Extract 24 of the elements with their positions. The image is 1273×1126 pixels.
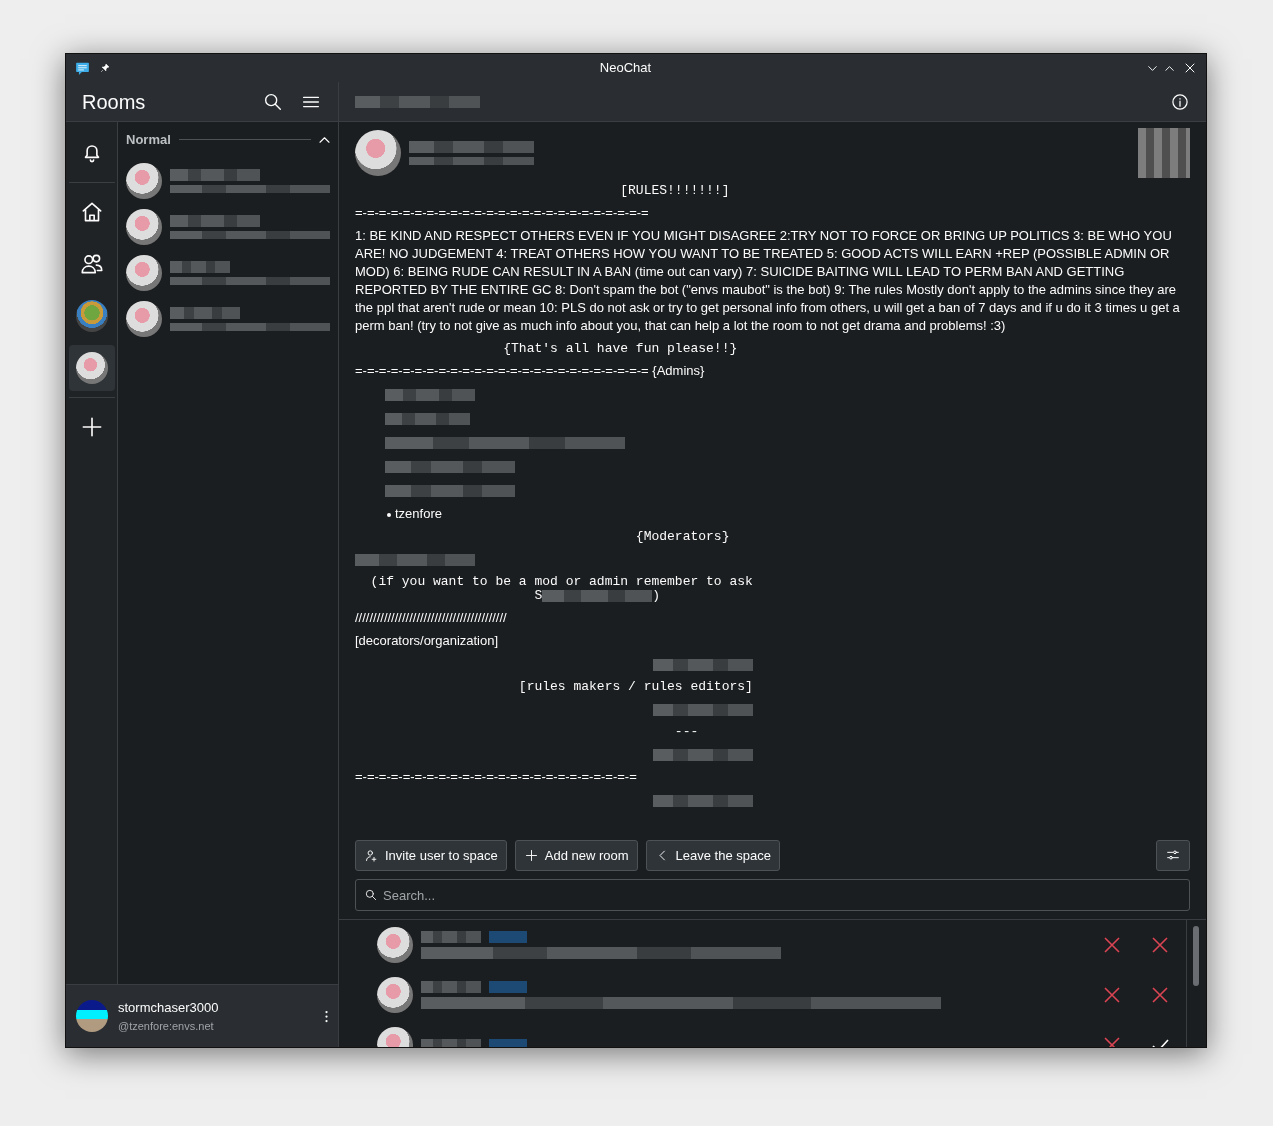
message-text: S <box>533 588 543 603</box>
user-name: stormchaser3000 <box>118 999 220 1017</box>
message-text: [decorators/organization] <box>355 632 500 650</box>
message-text: =-=-=-=-=-=-=-=-=-=-=-=-=-=-=-=-=-=-=-=-=-=-=-=-= <box>355 204 650 222</box>
invite-button[interactable]: Invite user to space <box>355 839 507 871</box>
message-text: {That's all have fun please!!} <box>502 340 739 357</box>
message-text: 1: BE KIND AND RESPECT OTHERS EVEN IF YOU MIGHT DISAGREE 2:TRY NOT TO FORCE OR BRING UP POLITICS 3: BE WHO YOU ARE! NO JUDGEMENT 4: TREAT OTHERS HOW YOU WANT TO BE TREATED 5: GOOD ACTS WILL EARN +REP (POSSIBLE ADMIN OR MOD) 6: BEING RUDE CAN RESULT IN A BAN (time out can vary) 7: SUICIDE BAITING WILL LEAD TO PERM BAN AND GETTING REPORTED BY THE ENTIRE GC 8: Don't spam the bot ("envs maubot" is the bot) 9: The rules Mostly don't apply to the admins since they are the ppl that aren't rude or mean 10: PLS do not ask or try to get personal info from others, u will get a ban of 7 days and if u do it 3 times u get a perm ban! (try to not give as much info about you, that can help a lot the room to not get drama and problems! :3) <box>355 227 1181 335</box>
sidebar-title: Rooms <box>82 89 146 115</box>
message-text: ) <box>652 588 661 603</box>
message-text: =-=-=-=-=-=-=-=-=-=-=-=-=-=-=-=-=-=-=-=-=-=-=-= <box>355 768 638 786</box>
message-text: {Moderators} <box>634 528 731 545</box>
message-text: ////////////////////////////////////////// <box>355 609 508 627</box>
message-text: =-=-=-=-=-=-=-=-=-=-=-=-=-=-=-=-=-=-=-=-=-=-=-=-= {Admins} <box>355 362 706 380</box>
message-text: [RULES!!!!!!!] <box>619 182 731 199</box>
list-item: tzenfore <box>395 506 442 521</box>
message-text: (if you want to be a mod or admin remember to ask <box>369 573 754 590</box>
message-text: [rules makers / rules editors] <box>517 678 754 695</box>
add-room-button[interactable]: Add new room <box>514 839 638 871</box>
leave-button[interactable]: Leave the space <box>645 839 780 871</box>
section-label: Normal <box>126 131 171 149</box>
window-title: NeoChat <box>598 59 653 78</box>
message-text: --- <box>673 723 700 740</box>
search-field[interactable]: Search... <box>355 879 1190 911</box>
user-id: @tzenfore:envs.net <box>118 1018 215 1034</box>
